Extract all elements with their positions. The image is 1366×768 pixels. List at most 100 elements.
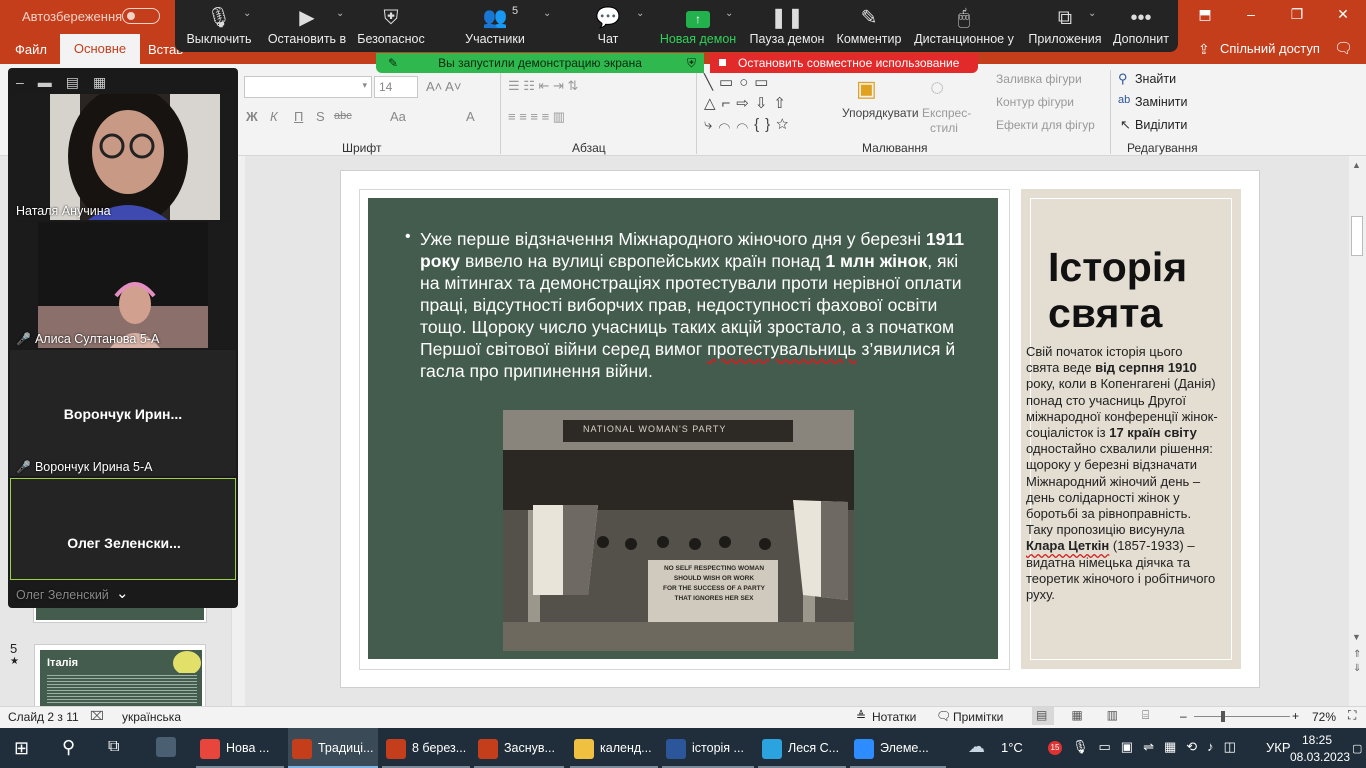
- find-button[interactable]: Знайти: [1135, 72, 1176, 86]
- chat-options-chevron[interactable]: ⌄: [636, 8, 644, 19]
- arrange-icon: ▣: [856, 76, 877, 101]
- zoom-slider-thumb[interactable]: [1221, 711, 1225, 722]
- mouse-icon: 🖱: [958, 7, 970, 29]
- slide-title[interactable]: Історія свята: [1048, 244, 1238, 336]
- shape-outline-button[interactable]: Контур фігури: [996, 95, 1074, 109]
- calculator-icon[interactable]: [156, 737, 176, 757]
- stop-share-button[interactable]: Остановить совместное использование: [710, 53, 978, 73]
- pause-icon: ❚❚: [770, 7, 804, 29]
- word-icon: [666, 738, 686, 759]
- participant-tile-4[interactable]: Олег Зеленски...: [10, 478, 236, 580]
- autosave-toggle[interactable]: [122, 8, 160, 24]
- slide-scrollbar[interactable]: ▲ ▼: [1349, 156, 1366, 706]
- system-tray-icons[interactable]: 🎙▭▣⇌▦⟲♪◫: [1072, 739, 1246, 755]
- increase-font-icon[interactable]: A˄ A˅: [426, 79, 461, 94]
- close-button[interactable]: ✕: [1328, 6, 1358, 23]
- taskbar-app-3[interactable]: 8 берез...: [382, 728, 470, 768]
- notifications-icon[interactable]: ▢: [1352, 742, 1362, 755]
- search-icon[interactable]: ⚲: [62, 737, 75, 758]
- bold-button[interactable]: Ж: [246, 109, 258, 124]
- share-button[interactable]: Спільний доступ: [1220, 41, 1320, 56]
- font-name-select[interactable]: ▾: [244, 76, 372, 98]
- taskbar-app-6[interactable]: історія ...: [662, 728, 754, 768]
- apps-options-chevron[interactable]: ⌄: [1088, 8, 1096, 19]
- taskbar-app-5[interactable]: календ...: [570, 728, 658, 768]
- comments-icon[interactable]: 🗨: [1334, 39, 1353, 57]
- font-color-button[interactable]: A: [466, 109, 475, 124]
- annotate-button[interactable]: ✎ Комментир: [826, 4, 912, 46]
- comments-button[interactable]: Примітки: [953, 710, 1003, 724]
- underline-button[interactable]: П: [294, 109, 303, 124]
- side-description-text[interactable]: Свій початок історія цього свята веде ві…: [1026, 344, 1218, 603]
- notes-button[interactable]: Нотатки: [872, 710, 916, 724]
- language-status[interactable]: українська: [122, 710, 181, 724]
- chevron-down-icon[interactable]: ⌄: [116, 584, 129, 602]
- align-left-icon[interactable]: ≡ ≡ ≡ ≡ ▥: [508, 109, 565, 125]
- task-view-icon[interactable]: ⧉: [108, 738, 119, 756]
- taskbar-app-4[interactable]: Заснув...: [474, 728, 564, 768]
- notes-icon: ≜: [856, 709, 867, 723]
- shapes-gallery[interactable]: ╲▭○▭ △⌐⇨⇩⇧ ⤷⌒⌒{}☆: [704, 72, 834, 136]
- arrange-button[interactable]: Упорядкувати: [842, 106, 919, 120]
- participant-tile-1[interactable]: Наталя Анучина: [10, 94, 236, 220]
- sharing-notice: ✎ Вы запустили демонстрацию экрана ⛨: [376, 53, 704, 73]
- replace-button[interactable]: Замінити: [1135, 95, 1187, 109]
- clock-date[interactable]: 08.03.2023: [1290, 750, 1350, 764]
- zoom-in-button[interactable]: +: [1292, 709, 1299, 723]
- participant-tile-3[interactable]: Ворончук Ирин... 🎤 Ворончук Ирина 5-А: [10, 350, 236, 476]
- taskbar-app-1[interactable]: Нова ...: [196, 728, 284, 768]
- comments-status-icon: 🗨: [936, 709, 952, 723]
- muted-mic-icon: 🎤: [16, 460, 31, 474]
- zoom-icon: [854, 738, 874, 759]
- pause-share-button[interactable]: ❚❚ Пауза демон: [744, 4, 830, 46]
- clock-time[interactable]: 18:25: [1302, 733, 1332, 747]
- font-size-select[interactable]: 14: [374, 76, 418, 98]
- security-button[interactable]: ⛨ Безопаснос: [348, 4, 434, 46]
- slide-thumbnail-5[interactable]: Італія: [34, 644, 206, 710]
- view-buttons[interactable]: ▤▦▥⌸: [1036, 708, 1173, 723]
- zoom-out-button[interactable]: –: [1180, 709, 1187, 723]
- zoom-level[interactable]: 72%: [1312, 710, 1336, 724]
- share-options-chevron[interactable]: ⌄: [725, 8, 733, 19]
- slide-body-text[interactable]: Уже перше відзначення Міжнародного жіноч…: [420, 228, 980, 382]
- spellcheck-icon[interactable]: ⌧: [90, 709, 104, 723]
- shadow-button[interactable]: S: [316, 109, 325, 124]
- ribbon-display-icon[interactable]: ⬒: [1190, 6, 1220, 23]
- bullets-icon[interactable]: ☰ ☷ ⇤ ⇥ ⇅: [508, 78, 578, 94]
- participants-button[interactable]: 👥 Участники: [452, 4, 538, 46]
- page-nav-icons[interactable]: ⇑ ⇓: [1353, 648, 1361, 676]
- zoom-slider[interactable]: [1194, 716, 1290, 717]
- more-button[interactable]: ••• Дополнит: [1098, 4, 1184, 46]
- participants-options-chevron[interactable]: ⌄: [543, 8, 551, 19]
- quick-styles-button-1[interactable]: Експрес-: [922, 106, 971, 120]
- select-button[interactable]: Виділити: [1135, 118, 1187, 132]
- minimize-button[interactable]: –: [1236, 6, 1266, 22]
- participant-tile-2[interactable]: 🎤 Алиса Султанова 5-А: [10, 222, 236, 348]
- mute-options-chevron[interactable]: ⌄: [243, 8, 251, 19]
- participant-video: [50, 94, 220, 220]
- taskbar-app-8[interactable]: Элеме...: [850, 728, 946, 768]
- restore-button[interactable]: ❐: [1282, 6, 1312, 23]
- taskbar-app-7[interactable]: Леся С...: [758, 728, 846, 768]
- taskbar-app-2[interactable]: Традиці...: [288, 728, 378, 768]
- notification-badge[interactable]: 15: [1048, 741, 1062, 755]
- shape-effects-button[interactable]: Ефекти для фігур: [996, 118, 1095, 132]
- taskbar-app-label: Традиці...: [318, 741, 374, 755]
- gallery-view-icons[interactable]: ‒▬▤▦: [16, 74, 120, 91]
- tab-home[interactable]: Основне: [60, 34, 140, 64]
- remote-control-button[interactable]: 🖱 Дистанционное у: [912, 4, 1016, 46]
- italic-button[interactable]: К: [270, 109, 278, 124]
- video-options-chevron[interactable]: ⌄: [336, 8, 344, 19]
- powerpoint-icon: [292, 738, 312, 759]
- keyboard-language[interactable]: УКР: [1266, 740, 1291, 755]
- sharing-notice-text: Вы запустили демонстрацию экрана: [438, 56, 642, 70]
- strikethrough-button[interactable]: abc: [334, 110, 352, 122]
- tab-file[interactable]: Файл: [15, 42, 47, 57]
- shape-fill-button[interactable]: Заливка фігури: [996, 72, 1082, 86]
- windows-start-icon[interactable]: ⊞: [14, 738, 29, 759]
- quick-styles-button-2[interactable]: стилі: [930, 121, 958, 135]
- fit-slide-icon[interactable]: ⛶: [1348, 708, 1356, 723]
- weather-text[interactable]: 1°C: [1001, 740, 1023, 755]
- change-case-button[interactable]: Aa: [390, 109, 406, 124]
- suffragette-photo[interactable]: NATIONAL WOMAN'S PARTY NO SELF RESPECTIN…: [503, 410, 854, 651]
